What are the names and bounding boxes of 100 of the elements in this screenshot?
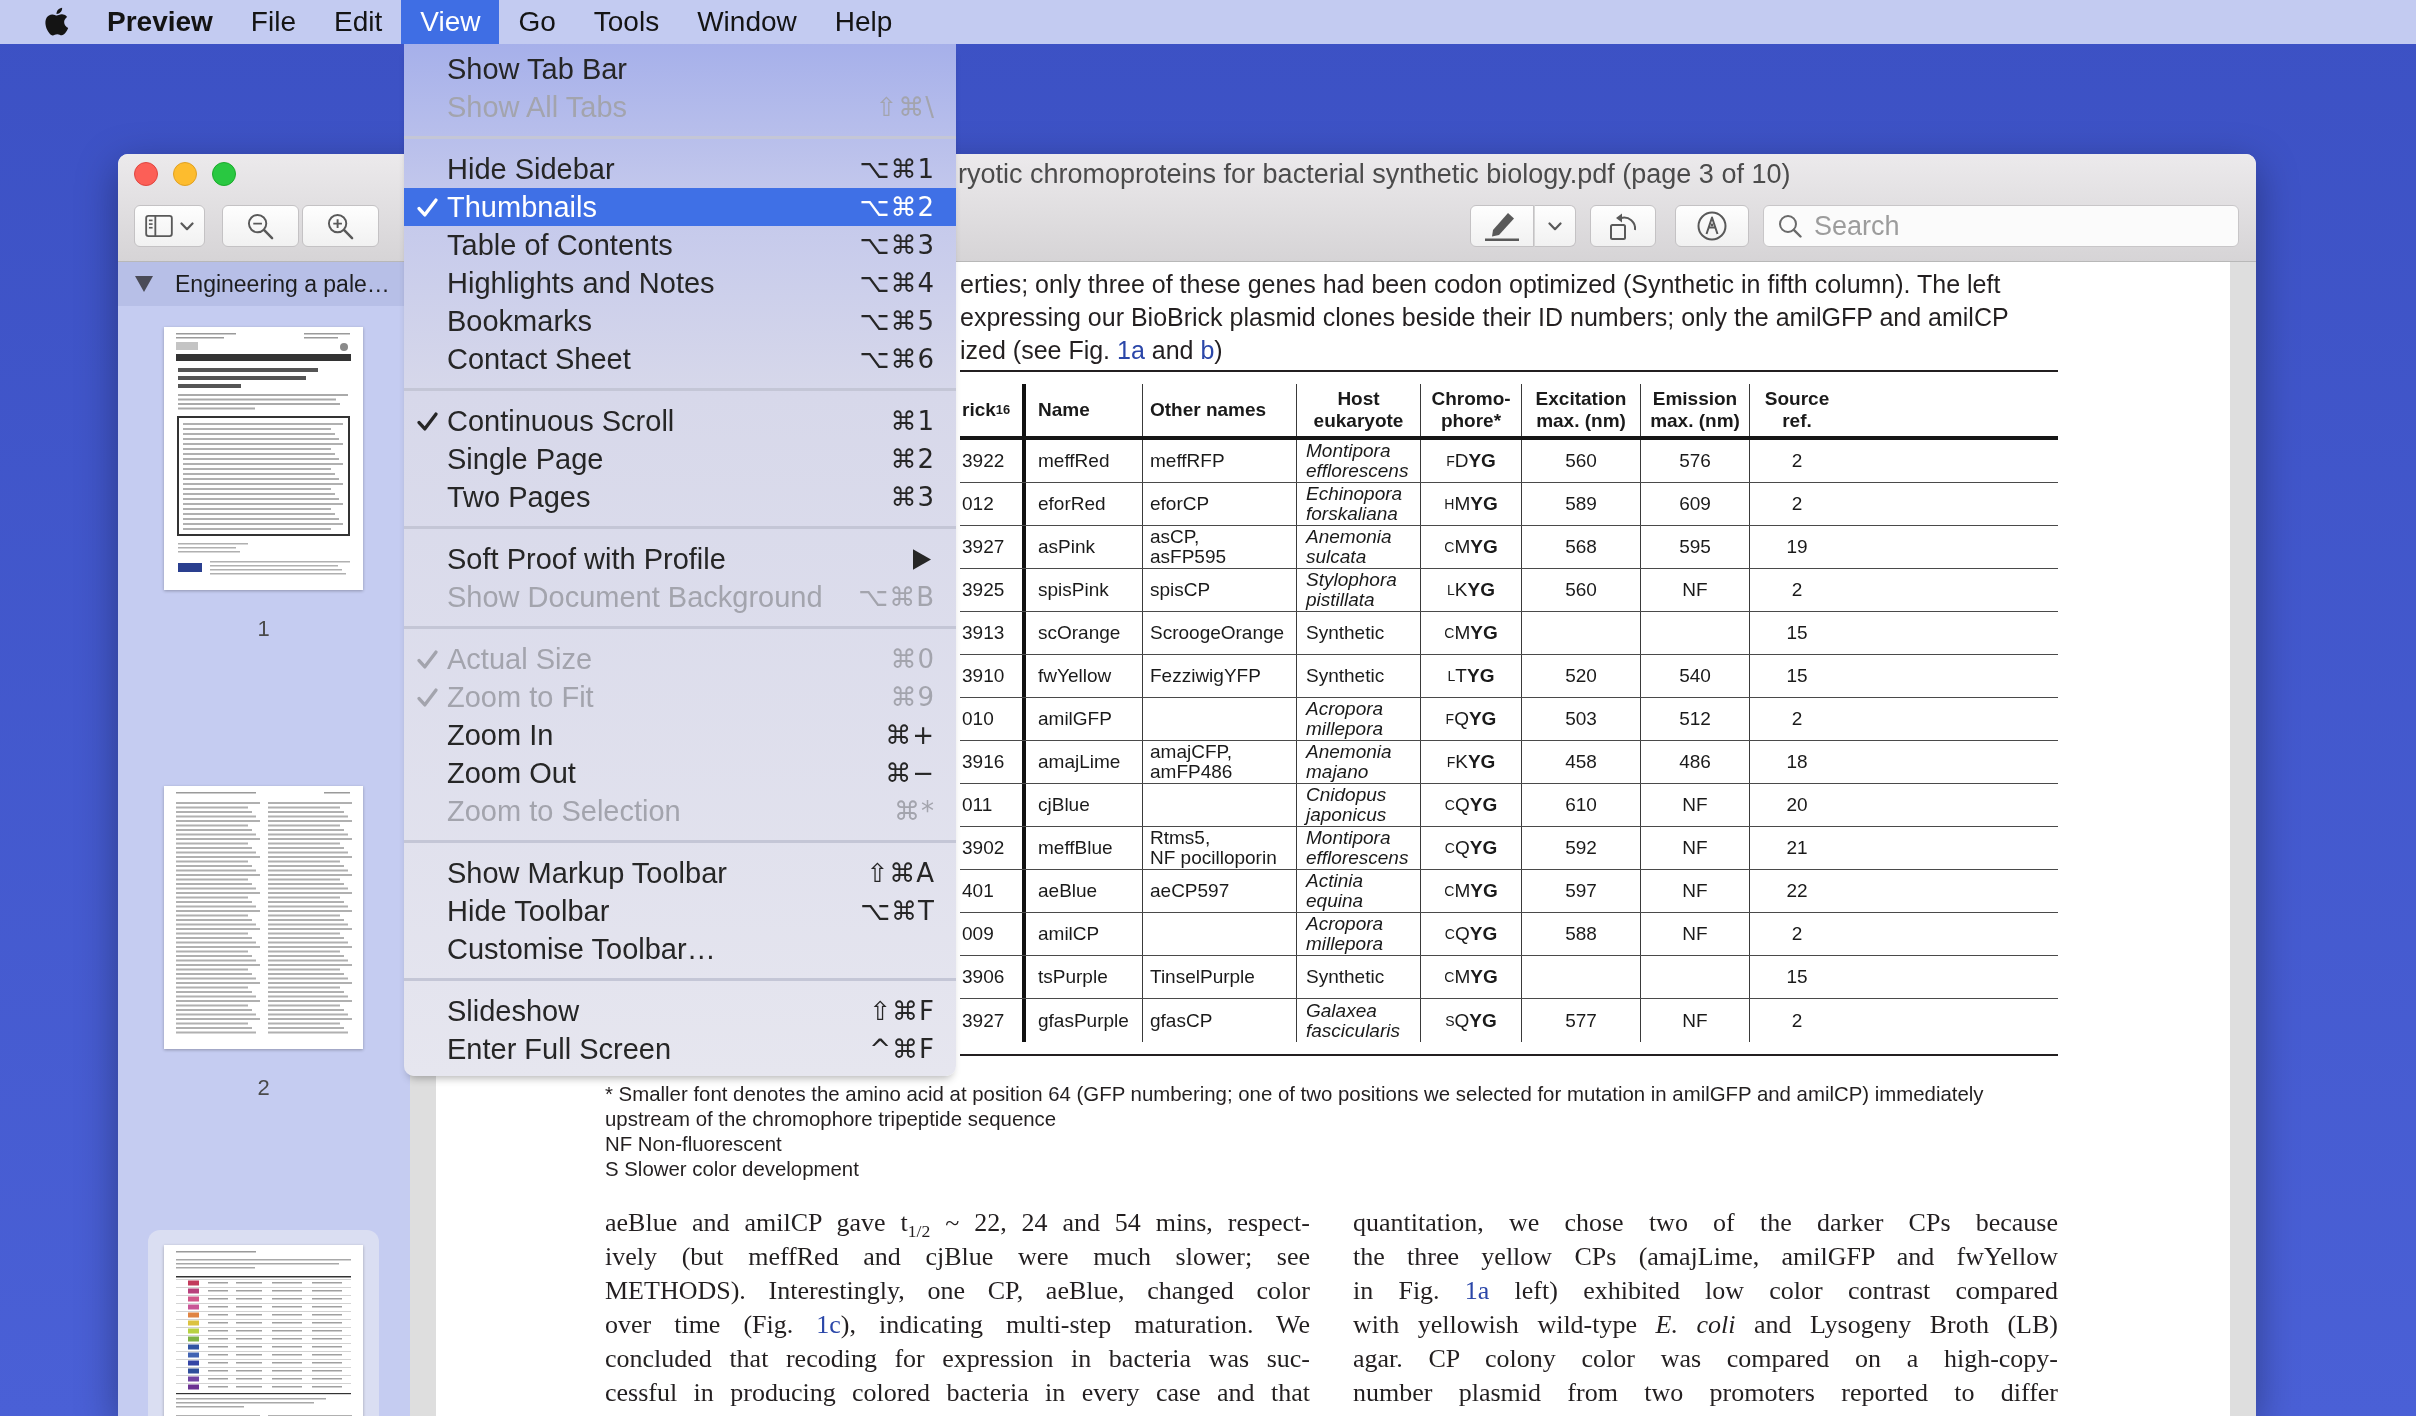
column-header: Emission max. (nm) [1641, 384, 1750, 436]
menu-bar-item[interactable]: Go [499, 0, 575, 44]
table-cell: 011 [960, 784, 1026, 826]
table-cell: aeCP597 [1143, 870, 1297, 912]
keyboard-shortcut: ⌘* [894, 796, 935, 826]
menu-item[interactable]: Contact Sheet ⌥⌘6 [404, 340, 956, 378]
menu-item[interactable]: Customise Toolbar… [404, 930, 956, 968]
menu-item[interactable]: Slideshow ⇧⌘F [404, 992, 956, 1030]
apple-icon[interactable] [43, 7, 69, 37]
table-cell: 3906 [960, 956, 1026, 998]
zoom-out-button[interactable] [222, 205, 299, 247]
table-cell: asCP, asFP595 [1143, 526, 1297, 568]
footnote: * Smaller font denotes the amino acid at position 64 (GFP numbering; one of two positions we selected for mutation in amilGFP and amilCP) immediately upstream of the chromophore tripeptide sequence [605, 1082, 1985, 1132]
table-cell: Synthetic [1297, 655, 1421, 697]
table-cell: Anemonia majano [1297, 741, 1421, 783]
keyboard-shortcut: ⇧⌘A [866, 858, 935, 888]
disclosure-triangle-icon[interactable] [135, 276, 153, 292]
menu-item[interactable]: Show Tab Bar [404, 50, 956, 88]
column-header: Excitation max. (nm) [1522, 384, 1641, 436]
table-cell: meffRFP [1143, 440, 1297, 482]
keyboard-shortcut: ⌘2 [890, 444, 935, 474]
rotate-button[interactable] [1590, 205, 1656, 247]
menu-item[interactable]: Continuous Scroll ⌘1 [404, 402, 956, 440]
table-cell: 610 [1522, 784, 1641, 826]
page-thumbnail-item[interactable]: 1 [148, 312, 379, 656]
keyboard-shortcut: ⌥⌘5 [859, 306, 935, 336]
table-cell: asPink [1026, 526, 1143, 568]
table-cell: FezziwigYFP [1143, 655, 1297, 697]
table-cell: SQYG [1421, 999, 1522, 1042]
column-header: Host eukaryote [1297, 384, 1421, 436]
table-cell: 568 [1522, 526, 1641, 568]
figure-link[interactable]: 1a [1117, 336, 1145, 364]
table-cell: LKYG [1421, 569, 1522, 611]
menu-item[interactable]: Soft Proof with Profile [404, 540, 956, 578]
column-header: Other names [1143, 384, 1297, 436]
table-cell: 588 [1522, 913, 1641, 955]
table-cell: tsPurple [1026, 956, 1143, 998]
figure-link[interactable]: 1a [1464, 1276, 1490, 1305]
table-cell: Acropora millepora [1297, 913, 1421, 955]
sidebar-button[interactable] [134, 205, 205, 247]
menu-bar-item[interactable]: Help [815, 0, 912, 44]
figure-link[interactable]: 1c [816, 1310, 841, 1339]
table-cell: ScroogeOrange [1143, 612, 1297, 654]
table-cell: CMYG [1421, 956, 1522, 998]
menu-item[interactable]: Hide Toolbar ⌥⌘T [404, 892, 956, 930]
table-cell: FDYG [1421, 440, 1522, 482]
table-caption: erties; only three of these genes had been codon optimized (Synthetic in fifth column). The left expressing our BioBrick plasmid clones beside their ID numbers; only the amilGFP and amilCP ized (see Fig. 1a and b) [960, 269, 2010, 366]
menu-item[interactable]: Zoom Out ⌘− [404, 754, 956, 792]
table-cell: meffRed [1026, 440, 1143, 482]
table-cell: eforRed [1026, 483, 1143, 525]
zoom-in-button[interactable] [302, 205, 379, 247]
menu-item[interactable]: Show Markup Toolbar ⇧⌘A [404, 854, 956, 892]
markup-button[interactable] [1675, 205, 1749, 247]
column-header: Name [1026, 384, 1143, 436]
table-cell: NF [1641, 913, 1750, 955]
menu-bar-item[interactable]: Tools [574, 0, 679, 44]
highlighter-button[interactable] [1470, 205, 1534, 247]
search-icon [1778, 214, 1802, 238]
table-cell: aeBlue [1026, 870, 1143, 912]
body-paragraph: quantitation, we chose two of the darker CPs because the three yellow CPs (amajLime, amilGFP and fwYellow in Fig. 1a left) exhibited low color contrast compared with yellowish wild-type E. coli and Lysogeny Broth (LB) agar. CP colony color was compared on a high-copy- number plasmid from two promoters reported to differ [1353, 1207, 2058, 1409]
table-cell: 010 [960, 698, 1026, 740]
table-cell: Montipora efflorescens [1297, 827, 1421, 869]
footnote: NF Non-fluorescent [605, 1132, 783, 1157]
menu-item[interactable]: Enter Full Screen ^⌘F [404, 1030, 956, 1068]
close-button[interactable] [134, 162, 158, 186]
table-cell: 576 [1641, 440, 1750, 482]
page-thumbnail-item[interactable]: 2 [148, 771, 379, 1115]
menu-item[interactable]: Two Pages ⌘3 [404, 478, 956, 516]
window-title: ryotic chromoproteins for bacterial synthetic biology.pdf (page 3 of 10) [958, 158, 1791, 190]
table-cell: CQYG [1421, 827, 1522, 869]
pen-tip-icon [1697, 211, 1727, 241]
dropdown-button[interactable] [1534, 205, 1576, 247]
app-menu[interactable]: Preview [88, 0, 232, 44]
table-cell-text: 22 [1785, 879, 1809, 903]
table-cell: cjBlue [1026, 784, 1143, 826]
table-cell: CMYG [1421, 870, 1522, 912]
table-cell: LTYG [1421, 655, 1522, 697]
table-cell: Echinopora forskaliana [1297, 483, 1421, 525]
table-cell-text: 2 [1790, 922, 1804, 946]
menu-item[interactable]: Thumbnails ⌥⌘2 [404, 188, 956, 226]
figure-link[interactable]: b [1200, 336, 1215, 364]
menu-item[interactable]: Table of Contents ⌥⌘3 [404, 226, 956, 264]
table-cell: TinselPurple [1143, 956, 1297, 998]
footnote: S Slower color development [605, 1157, 860, 1182]
table-cell: 592 [1522, 827, 1641, 869]
menu-bar-item[interactable]: Window [678, 0, 816, 44]
table-cell: Actinia equina [1297, 870, 1421, 912]
menu-bar-item[interactable]: File [231, 0, 315, 44]
search-field[interactable]: Search [1763, 205, 2239, 247]
table-cell-text: 15 [1785, 621, 1809, 645]
keyboard-shortcut: ^⌘F [869, 1034, 935, 1064]
table-cell-text: 21 [1785, 836, 1809, 860]
menu-item[interactable]: Zoom In ⌘+ [404, 716, 956, 754]
menu-item[interactable]: Hide Sidebar ⌥⌘1 [404, 150, 956, 188]
table-cell: NF [1641, 784, 1750, 826]
menu-bar-item[interactable]: Edit [315, 0, 402, 44]
table-cell: 560 [1522, 569, 1641, 611]
menu-item[interactable]: Single Page ⌘2 [404, 440, 956, 478]
menu-bar-item[interactable]: View [401, 0, 500, 44]
table-cell: 401 [960, 870, 1026, 912]
